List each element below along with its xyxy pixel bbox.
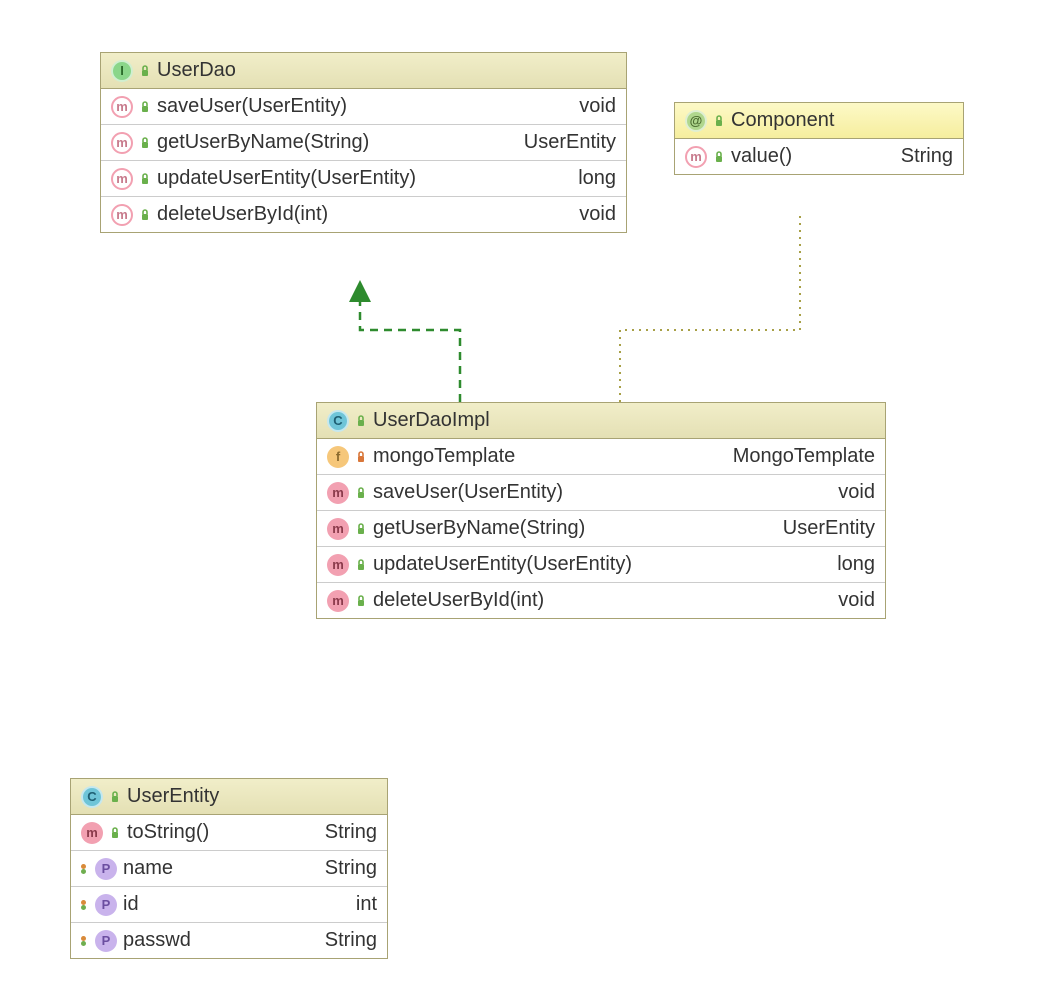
property-icon: P: [95, 858, 117, 880]
annotation-icon: @: [685, 110, 707, 132]
class-header: I UserDao: [101, 53, 626, 89]
visibility-public-icon: [139, 208, 151, 222]
getter-setter-icon: [81, 862, 89, 876]
method-icon: m: [685, 146, 707, 168]
visibility-public-icon: [139, 136, 151, 150]
method-row: m getUserByName(String) UserEntity: [101, 125, 626, 161]
class-title: UserEntity: [127, 785, 219, 808]
method-row: m getUserByName(String) UserEntity: [317, 511, 885, 547]
method-icon: m: [111, 132, 133, 154]
visibility-public-icon: [109, 826, 121, 840]
visibility-public-icon: [355, 522, 367, 536]
uml-canvas: I UserDao m saveUser(UserEntity) void m …: [0, 0, 1050, 996]
property-name: passwd: [123, 929, 307, 952]
method-icon: m: [111, 168, 133, 190]
method-icon: m: [327, 518, 349, 540]
field-row: f mongoTemplate MongoTemplate: [317, 439, 885, 475]
visibility-public-icon: [713, 114, 725, 128]
method-return: String: [889, 145, 953, 168]
method-row: m updateUserEntity(UserEntity) long: [101, 161, 626, 197]
method-signature: saveUser(UserEntity): [373, 481, 820, 504]
method-icon: m: [327, 554, 349, 576]
property-row: P passwd String: [71, 923, 387, 958]
visibility-private-icon: [355, 450, 367, 464]
field-icon: f: [327, 446, 349, 468]
method-row: m saveUser(UserEntity) void: [317, 475, 885, 511]
property-type: String: [313, 857, 377, 880]
method-return: String: [313, 821, 377, 844]
class-header: C UserEntity: [71, 779, 387, 815]
method-return: long: [825, 553, 875, 576]
method-signature: deleteUserById(int): [157, 203, 561, 226]
method-row: m value() String: [675, 139, 963, 174]
getter-setter-icon: [81, 898, 89, 912]
class-box-userentity: C UserEntity m toString() String P name …: [70, 778, 388, 959]
class-title: Component: [731, 109, 834, 132]
visibility-public-icon: [139, 100, 151, 114]
method-signature: value(): [731, 145, 883, 168]
method-row: m saveUser(UserEntity) void: [101, 89, 626, 125]
method-row: m updateUserEntity(UserEntity) long: [317, 547, 885, 583]
method-icon: m: [327, 590, 349, 612]
property-icon: P: [95, 930, 117, 952]
property-name: name: [123, 857, 307, 880]
method-return: UserEntity: [512, 131, 616, 154]
property-row: P name String: [71, 851, 387, 887]
visibility-public-icon: [139, 64, 151, 78]
method-icon: m: [81, 822, 103, 844]
property-row: P id int: [71, 887, 387, 923]
method-return: long: [566, 167, 616, 190]
method-row: m deleteUserById(int) void: [317, 583, 885, 618]
method-icon: m: [327, 482, 349, 504]
visibility-public-icon: [355, 414, 367, 428]
method-return: void: [567, 95, 616, 118]
visibility-public-icon: [355, 594, 367, 608]
visibility-public-icon: [713, 150, 725, 164]
visibility-public-icon: [109, 790, 121, 804]
getter-setter-icon: [81, 934, 89, 948]
class-title: UserDao: [157, 59, 236, 82]
method-signature: deleteUserById(int): [373, 589, 820, 612]
method-signature: updateUserEntity(UserEntity): [373, 553, 819, 576]
class-title: UserDaoImpl: [373, 409, 490, 432]
interface-icon: I: [111, 60, 133, 82]
class-box-userdaoimpl: C UserDaoImpl f mongoTemplate MongoTempl…: [316, 402, 886, 619]
class-header: C UserDaoImpl: [317, 403, 885, 439]
visibility-public-icon: [355, 486, 367, 500]
visibility-public-icon: [355, 558, 367, 572]
class-box-component: @ Component m value() String: [674, 102, 964, 175]
property-name: id: [123, 893, 338, 916]
method-signature: getUserByName(String): [157, 131, 506, 154]
visibility-public-icon: [139, 172, 151, 186]
method-row: m toString() String: [71, 815, 387, 851]
method-signature: saveUser(UserEntity): [157, 95, 561, 118]
method-row: m deleteUserById(int) void: [101, 197, 626, 232]
field-name: mongoTemplate: [373, 445, 715, 468]
property-type: String: [313, 929, 377, 952]
class-icon: C: [81, 786, 103, 808]
method-signature: getUserByName(String): [373, 517, 765, 540]
method-icon: m: [111, 204, 133, 226]
class-header: @ Component: [675, 103, 963, 139]
method-return: void: [826, 589, 875, 612]
method-signature: updateUserEntity(UserEntity): [157, 167, 560, 190]
method-signature: toString(): [127, 821, 307, 844]
method-return: void: [567, 203, 616, 226]
method-icon: m: [111, 96, 133, 118]
property-icon: P: [95, 894, 117, 916]
property-type: int: [344, 893, 377, 916]
method-return: UserEntity: [771, 517, 875, 540]
class-icon: C: [327, 410, 349, 432]
class-box-userdao: I UserDao m saveUser(UserEntity) void m …: [100, 52, 627, 233]
method-return: void: [826, 481, 875, 504]
field-type: MongoTemplate: [721, 445, 875, 468]
